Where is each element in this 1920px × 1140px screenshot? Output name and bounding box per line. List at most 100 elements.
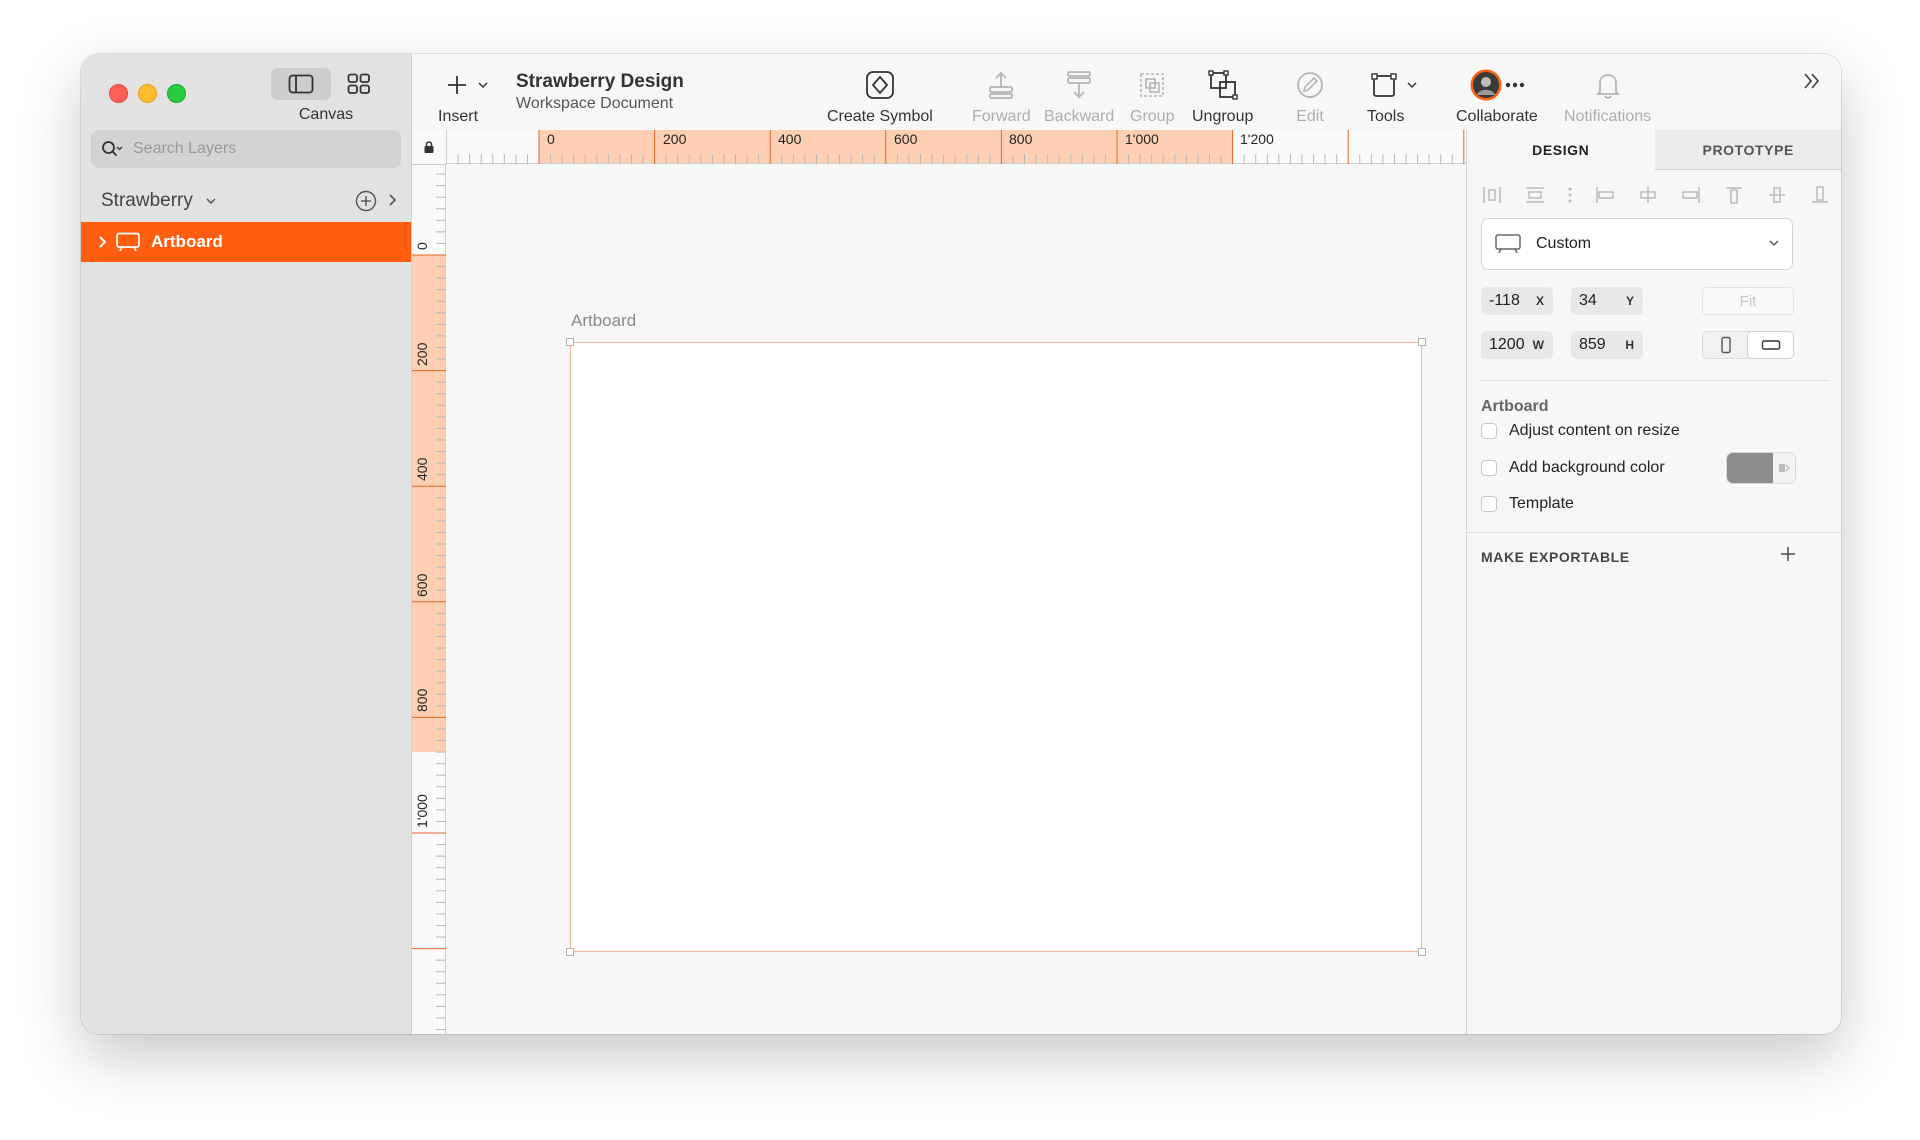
adjust-content-label: Adjust content on resize xyxy=(1509,422,1680,439)
bell-icon xyxy=(1595,74,1620,99)
distribute-horizontal-icon[interactable] xyxy=(1481,185,1503,205)
template-checkbox[interactable] xyxy=(1481,496,1497,512)
color-options-button[interactable] xyxy=(1773,453,1795,483)
sidebar-toggle-icon xyxy=(288,74,314,94)
distribute-vertical-icon[interactable] xyxy=(1524,185,1546,205)
background-color-option[interactable]: Add background color xyxy=(1481,459,1665,477)
align-right-icon[interactable] xyxy=(1680,185,1702,205)
color-swatch[interactable] xyxy=(1727,453,1773,483)
height-field[interactable]: 859 H xyxy=(1571,331,1643,359)
tab-prototype[interactable]: PROTOTYPE xyxy=(1654,130,1841,170)
divider xyxy=(1481,380,1829,381)
x-field[interactable]: -118 X xyxy=(1481,287,1553,315)
x-value[interactable]: -118 xyxy=(1489,292,1536,310)
width-value[interactable]: 1200 xyxy=(1489,336,1533,354)
y-value[interactable]: 34 xyxy=(1579,292,1626,310)
collaborate-label: Collaborate xyxy=(1456,108,1538,125)
double-chevron-icon xyxy=(1804,73,1820,89)
ruler-label: 800 xyxy=(414,688,430,712)
background-color-checkbox[interactable] xyxy=(1481,460,1497,476)
artboard-icon xyxy=(1495,234,1521,254)
y-field[interactable]: 34 Y xyxy=(1571,287,1643,315)
symbol-icon xyxy=(866,71,894,99)
grid-view-toggle[interactable] xyxy=(339,68,379,100)
disclosure-chevron-icon[interactable] xyxy=(97,235,107,249)
ruler-lock-button[interactable] xyxy=(412,130,447,165)
create-symbol-label: Create Symbol xyxy=(827,108,933,125)
height-label: H xyxy=(1625,338,1634,352)
ruler-label: 0 xyxy=(547,131,555,147)
tools-button[interactable]: Tools xyxy=(1367,68,1420,126)
layers-sidebar: Canvas Strawberry xyxy=(81,54,412,1034)
landscape-button[interactable] xyxy=(1748,332,1793,358)
align-left-icon[interactable] xyxy=(1594,185,1616,205)
adjust-content-checkbox[interactable] xyxy=(1481,423,1497,439)
portrait-button[interactable] xyxy=(1703,332,1748,358)
adjust-content-option[interactable]: Adjust content on resize xyxy=(1481,422,1680,440)
resize-handle-bottom-left[interactable] xyxy=(566,948,574,956)
ungroup-label: Ungroup xyxy=(1192,108,1254,125)
expand-inspector-button[interactable] xyxy=(1801,70,1823,97)
backward-label: Backward xyxy=(1044,108,1115,125)
height-value[interactable]: 859 xyxy=(1579,336,1625,354)
close-window-button[interactable] xyxy=(109,84,128,103)
template-option[interactable]: Template xyxy=(1481,495,1574,513)
divider xyxy=(1467,532,1841,533)
alignment-toolbar xyxy=(1481,180,1831,210)
search-input[interactable] xyxy=(131,139,375,159)
preset-value: Custom xyxy=(1536,235,1592,252)
inspector-tabs: DESIGN PROTOTYPE xyxy=(1467,130,1841,170)
layer-item-artboard[interactable]: Artboard xyxy=(81,222,411,262)
background-color-well[interactable] xyxy=(1727,453,1795,483)
search-layers-field[interactable] xyxy=(91,130,401,168)
artboard-section-title: Artboard xyxy=(1481,398,1549,415)
add-page-icon[interactable] xyxy=(355,190,377,212)
minimize-window-button[interactable] xyxy=(138,84,157,103)
align-center-horizontal-icon[interactable] xyxy=(1637,185,1659,205)
ruler-label: 400 xyxy=(414,457,430,481)
artboard[interactable] xyxy=(570,342,1422,952)
forward-label: Forward xyxy=(972,108,1031,125)
group-button[interactable]: Group xyxy=(1130,68,1174,126)
document-title[interactable]: Strawberry Design xyxy=(516,71,684,93)
fit-button[interactable]: Fit xyxy=(1702,287,1794,315)
chevron-down-icon xyxy=(1769,240,1779,247)
collaborate-button[interactable]: Collaborate xyxy=(1456,68,1538,126)
color-picker-icon xyxy=(1779,464,1790,472)
canvas-view-toggle[interactable] xyxy=(271,68,331,100)
search-icon xyxy=(102,141,123,156)
document-subtitle: Workspace Document xyxy=(516,95,674,112)
align-bottom-icon[interactable] xyxy=(1809,185,1831,205)
chevron-down-icon xyxy=(478,82,488,89)
align-top-icon[interactable] xyxy=(1723,185,1745,205)
canvas-view-label: Canvas xyxy=(298,106,354,123)
insert-button[interactable]: Insert xyxy=(438,68,496,126)
width-label: W xyxy=(1532,338,1544,352)
tab-design[interactable]: DESIGN xyxy=(1467,130,1655,170)
edit-button[interactable]: Edit xyxy=(1295,68,1325,126)
page-selector[interactable]: Strawberry xyxy=(101,184,401,218)
add-export-icon[interactable] xyxy=(1778,544,1798,564)
ruler-label: 1'000 xyxy=(414,794,430,828)
ruler-label: 800 xyxy=(1009,131,1033,147)
more-vertical-icon[interactable] xyxy=(1567,185,1573,205)
forward-button[interactable]: Forward xyxy=(972,68,1031,126)
avatar xyxy=(1470,69,1502,101)
chevron-right-icon[interactable] xyxy=(387,192,397,208)
canvas[interactable]: 0 200 400 600 800 1'000 1'200 0 200 400 … xyxy=(412,130,1466,1034)
resize-handle-bottom-right[interactable] xyxy=(1418,948,1426,956)
align-middle-vertical-icon[interactable] xyxy=(1766,185,1788,205)
background-color-label: Add background color xyxy=(1509,459,1665,476)
resize-handle-top-right[interactable] xyxy=(1418,338,1426,346)
page-name[interactable]: Strawberry xyxy=(101,190,193,212)
width-field[interactable]: 1200 W xyxy=(1481,331,1553,359)
notifications-button[interactable]: Notifications xyxy=(1564,68,1651,126)
zoom-window-button[interactable] xyxy=(167,84,186,103)
resize-handle-top-left[interactable] xyxy=(566,338,574,346)
ungroup-button[interactable]: Ungroup xyxy=(1192,68,1253,126)
x-axis-label: X xyxy=(1535,294,1544,308)
artboard-preset-select[interactable]: Custom xyxy=(1481,218,1793,270)
artboard-title[interactable]: Artboard xyxy=(571,311,636,331)
backward-button[interactable]: Backward xyxy=(1044,68,1114,126)
create-symbol-button[interactable]: Create Symbol xyxy=(827,68,933,126)
